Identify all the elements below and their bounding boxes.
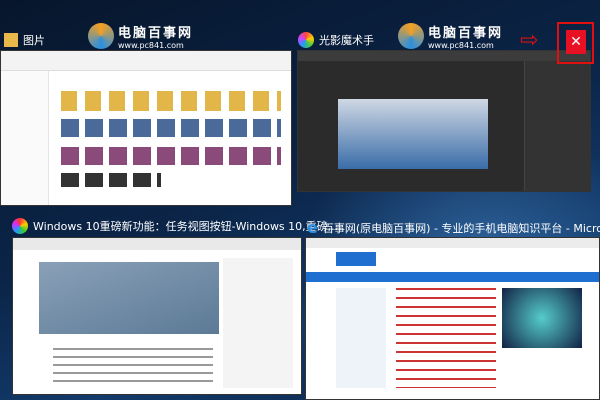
window-thumbnail-photo-editor[interactable] <box>297 50 591 192</box>
window-thumbnail-pictures[interactable] <box>0 50 292 206</box>
window-title-text: 百事网(原电脑百事网) - 专业的手机电脑知识平台 - Microso... <box>322 221 600 235</box>
edge-icon: e <box>307 218 318 237</box>
watermark-logo: 电脑百事网 www.pc841.com <box>88 22 193 50</box>
window-title-text: 图片 <box>23 34 45 47</box>
close-button[interactable]: ✕ <box>566 30 586 54</box>
browser-icon <box>12 218 28 234</box>
window-title-photo-editor[interactable]: 光影魔术手 <box>298 32 374 48</box>
window-thumbnail-edge[interactable] <box>305 237 600 400</box>
window-title-browser[interactable]: Windows 10重磅新功能：任务视图按钮-Windows 10,重磅,... <box>12 218 342 234</box>
aperture-icon <box>298 32 314 48</box>
window-title-text: Windows 10重磅新功能：任务视图按钮-Windows 10,重磅,... <box>33 220 342 233</box>
watermark-name: 电脑百事网 <box>428 26 504 41</box>
window-title-edge[interactable]: e 百事网(原电脑百事网) - 专业的手机电脑知识平台 - Microso... <box>307 218 600 237</box>
watermark-name: 电脑百事网 <box>118 26 194 41</box>
watermark-url: www.pc841.com <box>118 41 184 50</box>
arrow-annotation-icon: ⇨ <box>520 28 539 53</box>
watermark-logo: 电脑百事网 www.pc841.com <box>398 22 503 50</box>
window-title-pictures[interactable]: 图片 <box>4 32 45 48</box>
folder-icon <box>4 33 18 47</box>
watermark-url: www.pc841.com <box>428 41 494 50</box>
window-thumbnail-browser[interactable] <box>12 237 302 395</box>
window-title-text: 光影魔术手 <box>319 34 374 47</box>
